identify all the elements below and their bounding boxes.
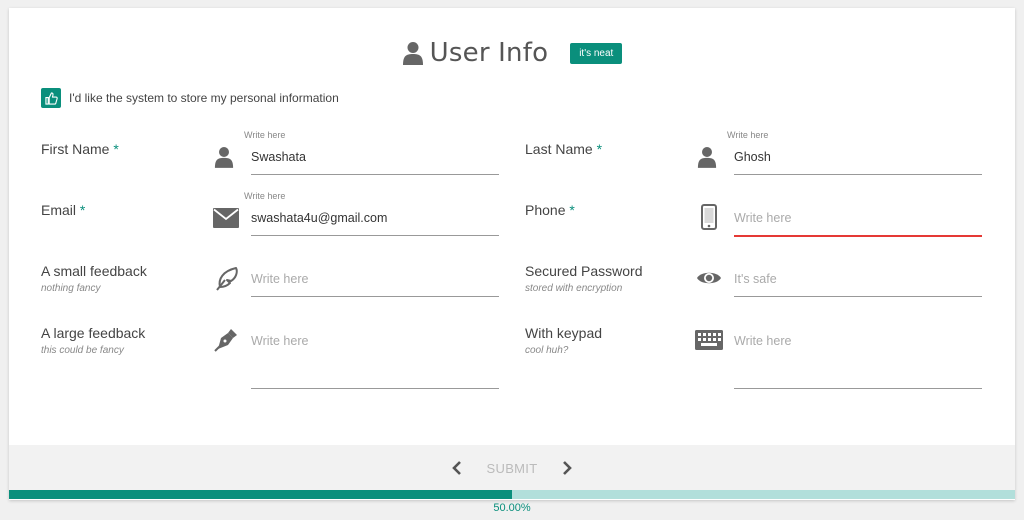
form-header: User Info it's neat — [9, 38, 1015, 68]
large-feedback-sublabel: this could be fancy — [41, 345, 124, 356]
progress-bar — [9, 490, 1015, 499]
password-label: Secured Password stored with encryption — [525, 263, 643, 294]
small-feedback-label: A small feedback nothing fancy — [41, 263, 147, 294]
thumbs-up-icon[interactable] — [41, 88, 61, 108]
user-icon — [402, 42, 423, 65]
keypad-label-text: With keypad — [525, 325, 603, 341]
last-name-input[interactable]: Ghosh — [734, 150, 982, 175]
chevron-right-icon[interactable] — [555, 456, 579, 480]
form-card: User Info it's neat I'd like the system … — [9, 8, 1015, 500]
required-mark: * — [79, 202, 86, 218]
first-name-input[interactable]: Swashata — [251, 150, 499, 175]
email-label: Email * — [41, 202, 85, 218]
required-mark: * — [596, 141, 603, 157]
keyboard-icon[interactable] — [695, 326, 723, 354]
small-feedback-label-text: A small feedback — [41, 263, 147, 279]
user-icon — [693, 143, 721, 171]
phone-input[interactable]: Write here — [734, 211, 982, 237]
form-footer: SUBMIT — [9, 445, 1015, 491]
progress-fill — [9, 490, 512, 499]
first-name-label: First Name * — [41, 141, 119, 157]
password-input[interactable]: It's safe — [734, 272, 982, 297]
page-title: User Info — [429, 38, 549, 68]
submit-button[interactable]: SUBMIT — [487, 461, 538, 476]
keypad-sublabel: cool huh? — [525, 345, 569, 356]
pen-nib-icon — [212, 326, 240, 354]
mobile-icon — [695, 203, 723, 231]
small-feedback-input[interactable]: Write here — [251, 272, 499, 297]
neat-badge: it's neat — [570, 42, 623, 64]
large-feedback-label-text: A large feedback — [41, 325, 146, 341]
feather-icon — [213, 265, 241, 293]
chevron-left-icon[interactable] — [445, 456, 469, 480]
required-mark: * — [113, 141, 119, 157]
last-name-hint: Write here — [727, 130, 769, 140]
envelope-icon — [212, 204, 240, 232]
first-name-label-text: First Name — [41, 141, 110, 157]
progress-percent: 50.00% — [493, 502, 531, 514]
keypad-label: With keypad cool huh? — [525, 325, 602, 356]
email-label-text: Email — [41, 202, 77, 218]
consent-label: I'd like the system to store my personal… — [69, 91, 339, 105]
consent-checkbox[interactable]: I'd like the system to store my personal… — [41, 88, 339, 108]
last-name-label-text: Last Name — [525, 141, 593, 157]
large-feedback-textarea[interactable]: Write here — [251, 334, 499, 389]
first-name-hint: Write here — [244, 130, 286, 140]
email-input[interactable]: swashata4u@gmail.com — [251, 211, 499, 236]
small-feedback-sublabel: nothing fancy — [41, 283, 101, 294]
phone-label: Phone * — [525, 202, 575, 218]
required-mark: * — [569, 202, 575, 218]
last-name-label: Last Name * — [525, 141, 602, 157]
email-hint: Write here — [244, 191, 286, 201]
title-wrap: User Info — [402, 38, 549, 68]
password-sublabel: stored with encryption — [525, 283, 623, 294]
eye-icon[interactable] — [695, 264, 723, 292]
keypad-input[interactable]: Write here — [734, 334, 982, 389]
phone-label-text: Phone — [525, 202, 566, 218]
password-label-text: Secured Password — [525, 263, 643, 279]
user-icon — [210, 143, 238, 171]
large-feedback-label: A large feedback this could be fancy — [41, 325, 145, 356]
